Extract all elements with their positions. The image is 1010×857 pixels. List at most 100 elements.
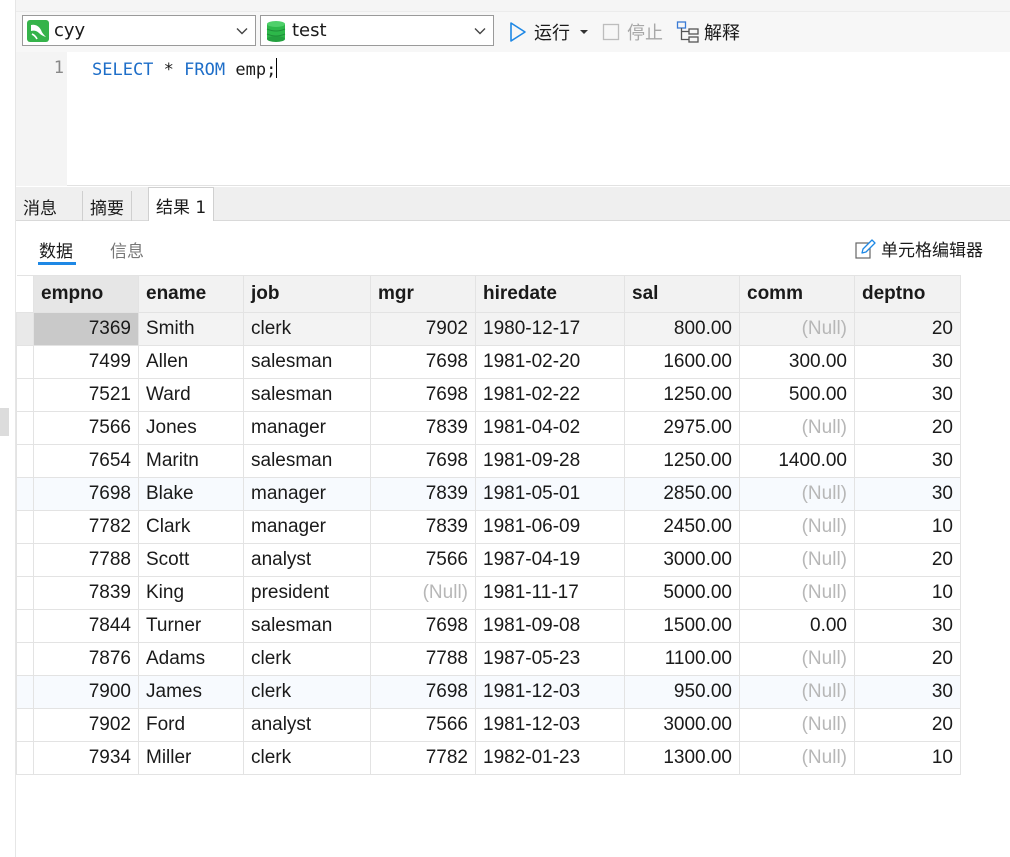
cell-deptno[interactable]: 20 xyxy=(854,312,961,346)
cell-comm[interactable]: (Null) xyxy=(739,477,855,511)
table-row[interactable]: 7499 Allen salesman 7698 1981-02-20 1600.00 30… xyxy=(16,345,961,379)
cell-deptno[interactable]: 30 xyxy=(854,675,961,709)
table-row[interactable]: 7566 Jones manager 7839 1981-04-02 2975.00 (Nu… xyxy=(16,411,961,445)
cell-comm[interactable]: (Null) xyxy=(739,543,855,577)
cell-hiredate[interactable]: 1981-04-02 xyxy=(475,411,625,445)
cell-hiredate[interactable]: 1981-02-20 xyxy=(475,345,625,379)
cell-mgr[interactable]: 7566 xyxy=(370,543,476,577)
table-row[interactable]: 7876 Adams clerk 7788 1987-05-23 1100.00 (Null… xyxy=(16,642,961,676)
cell-ename[interactable]: Smith xyxy=(138,312,244,346)
cell-empno[interactable]: 7566 xyxy=(33,411,139,445)
caret-down-icon[interactable] xyxy=(576,24,592,40)
cell-job[interactable]: manager xyxy=(243,411,371,445)
cell-ename[interactable]: Adams xyxy=(138,642,244,676)
cell-job[interactable]: clerk xyxy=(243,675,371,709)
cell-comm[interactable]: (Null) xyxy=(739,576,855,610)
cell-empno[interactable]: 7934 xyxy=(33,741,139,775)
cell-comm[interactable]: 0.00 xyxy=(739,609,855,643)
cell-hiredate[interactable]: 1981-09-08 xyxy=(475,609,625,643)
cell-ename[interactable]: James xyxy=(138,675,244,709)
row-selector[interactable] xyxy=(16,675,34,709)
cell-job[interactable]: clerk xyxy=(243,741,371,775)
cell-job[interactable]: clerk xyxy=(243,642,371,676)
tab-messages[interactable]: 消息 xyxy=(16,191,64,221)
cell-mgr[interactable]: 7698 xyxy=(370,675,476,709)
cell-comm[interactable]: 300.00 xyxy=(739,345,855,379)
panel-resize-handle[interactable] xyxy=(0,408,9,436)
cell-deptno[interactable]: 30 xyxy=(854,444,961,478)
sql-editor[interactable]: 1 SELECT * FROM emp; xyxy=(16,52,1010,186)
cell-ename[interactable]: Clark xyxy=(138,510,244,544)
cell-job[interactable]: analyst xyxy=(243,708,371,742)
tab-summary[interactable]: 摘要 xyxy=(82,191,132,221)
cell-deptno[interactable]: 20 xyxy=(854,543,961,577)
row-selector[interactable] xyxy=(16,477,34,511)
table-row[interactable]: 7839 King president (Null) 1981-11-17 5000.00… xyxy=(16,576,961,610)
cell-editor-button[interactable]: 单元格编辑器 xyxy=(854,236,983,261)
table-row[interactable]: 7844 Turner salesman 7698 1981-09-08 1500.00 0… xyxy=(16,609,961,643)
cell-mgr[interactable]: 7839 xyxy=(370,477,476,511)
column-header-mgr[interactable]: mgr xyxy=(370,275,476,313)
cell-hiredate[interactable]: 1981-05-01 xyxy=(475,477,625,511)
table-row[interactable]: 7934 Miller clerk 7782 1982-01-23 1300.00 (Nul… xyxy=(16,741,961,775)
table-row[interactable]: 7900 James clerk 7698 1981-12-03 950.00 (Null)… xyxy=(16,675,961,709)
cell-empno[interactable]: 7839 xyxy=(33,576,139,610)
row-selector[interactable] xyxy=(16,708,34,742)
cell-sal[interactable]: 1250.00 xyxy=(624,444,740,478)
table-row[interactable]: 7521 Ward salesman 7698 1981-02-22 1250.00 500… xyxy=(16,378,961,412)
cell-job[interactable]: salesman xyxy=(243,444,371,478)
result-grid[interactable]: empno ename job mgr hiredate sal comm de… xyxy=(16,275,961,775)
cell-sal[interactable]: 800.00 xyxy=(624,312,740,346)
cell-mgr[interactable]: 7782 xyxy=(370,741,476,775)
cell-comm[interactable]: (Null) xyxy=(739,708,855,742)
cell-mgr[interactable]: 7698 xyxy=(370,609,476,643)
cell-comm[interactable]: (Null) xyxy=(739,741,855,775)
table-row[interactable]: 7788 Scott analyst 7566 1987-04-19 3000.00 (Nu… xyxy=(16,543,961,577)
cell-hiredate[interactable]: 1987-04-19 xyxy=(475,543,625,577)
cell-ename[interactable]: Blake xyxy=(138,477,244,511)
cell-sal[interactable]: 2975.00 xyxy=(624,411,740,445)
cell-mgr[interactable]: 7698 xyxy=(370,444,476,478)
cell-comm[interactable]: 1400.00 xyxy=(739,444,855,478)
subtab-data[interactable]: 数据 xyxy=(39,237,73,262)
cell-mgr[interactable]: (Null) xyxy=(370,576,476,610)
cell-ename[interactable]: King xyxy=(138,576,244,610)
cell-deptno[interactable]: 30 xyxy=(854,345,961,379)
cell-job[interactable]: manager xyxy=(243,477,371,511)
cell-comm[interactable]: (Null) xyxy=(739,510,855,544)
cell-sal[interactable]: 2450.00 xyxy=(624,510,740,544)
cell-job[interactable]: salesman xyxy=(243,378,371,412)
row-selector[interactable] xyxy=(16,741,34,775)
cell-deptno[interactable]: 20 xyxy=(854,642,961,676)
connection-select[interactable]: cyy xyxy=(22,15,256,46)
column-header-comm[interactable]: comm xyxy=(739,275,855,313)
cell-sal[interactable]: 1500.00 xyxy=(624,609,740,643)
tab-result-1[interactable]: 结果 1 xyxy=(148,187,215,222)
column-header-empno[interactable]: empno xyxy=(33,275,139,313)
cell-comm[interactable]: (Null) xyxy=(739,411,855,445)
cell-deptno[interactable]: 30 xyxy=(854,378,961,412)
row-selector[interactable] xyxy=(16,345,34,379)
row-selector[interactable] xyxy=(16,312,34,346)
cell-sal[interactable]: 5000.00 xyxy=(624,576,740,610)
cell-sal[interactable]: 1100.00 xyxy=(624,642,740,676)
cell-empno[interactable]: 7521 xyxy=(33,378,139,412)
cell-ename[interactable]: Turner xyxy=(138,609,244,643)
cell-ename[interactable]: Maritn xyxy=(138,444,244,478)
cell-sal[interactable]: 1600.00 xyxy=(624,345,740,379)
cell-comm[interactable]: 500.00 xyxy=(739,378,855,412)
row-selector[interactable] xyxy=(16,444,34,478)
cell-ename[interactable]: Ford xyxy=(138,708,244,742)
cell-empno[interactable]: 7900 xyxy=(33,675,139,709)
cell-empno[interactable]: 7876 xyxy=(33,642,139,676)
cell-hiredate[interactable]: 1981-02-22 xyxy=(475,378,625,412)
cell-deptno[interactable]: 20 xyxy=(854,411,961,445)
stop-button[interactable]: 停止 xyxy=(602,19,663,45)
cell-sal[interactable]: 2850.00 xyxy=(624,477,740,511)
column-header-deptno[interactable]: deptno xyxy=(854,275,961,313)
cell-deptno[interactable]: 10 xyxy=(854,576,961,610)
table-row[interactable]: 7654 Maritn salesman 7698 1981-09-28 1250.00 1… xyxy=(16,444,961,478)
cell-hiredate[interactable]: 1981-09-28 xyxy=(475,444,625,478)
cell-deptno[interactable]: 30 xyxy=(854,477,961,511)
cell-job[interactable]: analyst xyxy=(243,543,371,577)
